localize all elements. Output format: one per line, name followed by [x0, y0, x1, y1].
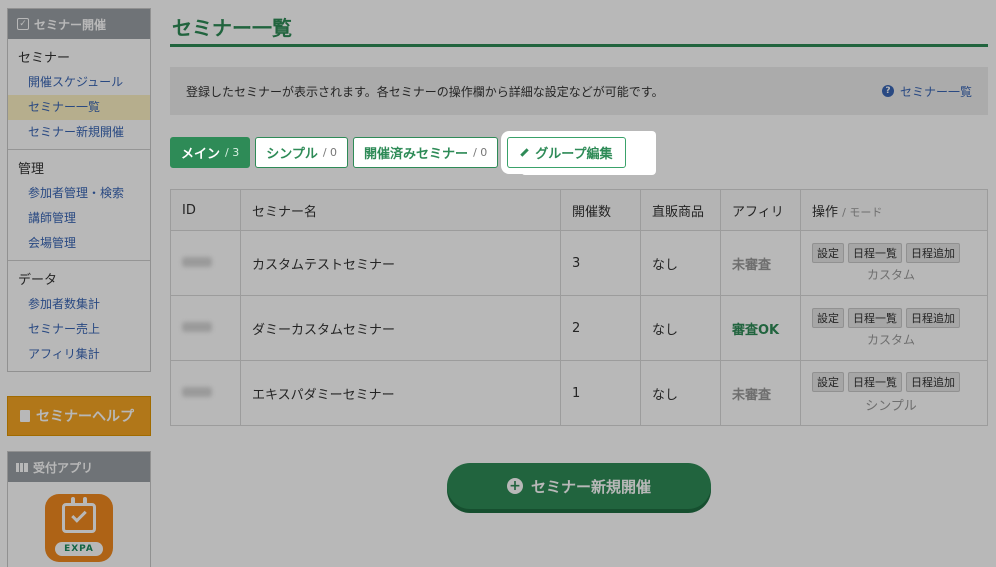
ops-cell: 設定 日程一覧 日程追加 カスタム — [800, 230, 988, 296]
affiliate-status: 未審査 — [720, 360, 801, 426]
table-row: ダミーカスタムセミナー 2 なし 審査OK 設定 日程一覧 日程追加 カスタム — [170, 295, 988, 361]
settings-button[interactable]: 設定 — [812, 372, 844, 392]
table-row: エキスパダミーセミナー 1 なし 未審査 設定 日程一覧 日程追加 シンプル — [170, 360, 988, 426]
sidebar-item-participant-stats[interactable]: 参加者数集計 — [8, 292, 150, 317]
col-name: セミナー名 — [240, 189, 561, 231]
sidebar-group-management: 管理 参加者管理・検索 講師管理 会場管理 — [8, 150, 150, 261]
seminar-product: なし — [640, 230, 721, 296]
sidebar-group-seminar: セミナー 開催スケジュール セミナー一覧 セミナー新規開催 — [8, 39, 150, 150]
info-bar: 登録したセミナーが表示されます。各セミナーの操作欄から詳細な設定などが可能です。… — [170, 67, 988, 115]
mode-label: シンプル — [865, 399, 917, 414]
tab-label: 開催済みセミナー — [364, 147, 469, 162]
blurred-id — [182, 256, 212, 267]
table-row: カスタムテストセミナー 3 なし 未審査 設定 日程一覧 日程追加 カスタム — [170, 230, 988, 296]
group-edit-label: グループ編集 — [535, 147, 613, 162]
seminar-name: カスタムテストセミナー — [240, 230, 561, 296]
seminar-count: 2 — [560, 295, 641, 361]
sidebar-group-data: データ 参加者数集計 セミナー売上 アフィリ集計 — [8, 261, 150, 371]
tab-count: / 0 — [473, 146, 488, 159]
affiliate-status: 審査OK — [720, 295, 801, 361]
book-icon — [20, 410, 30, 422]
seminar-menu: ✓ セミナー開催 セミナー 開催スケジュール セミナー一覧 セミナー新規開催 管… — [7, 8, 151, 372]
info-text: 登録したセミナーが表示されます。各セミナーの操作欄から詳細な設定などが可能です。 — [186, 84, 664, 99]
col-count: 開催数 — [560, 189, 641, 231]
sidebar-header-label: セミナー開催 — [34, 17, 107, 32]
ops-cell: 設定 日程一覧 日程追加 カスタム — [800, 295, 988, 361]
seminar-id — [170, 360, 241, 426]
settings-button[interactable]: 設定 — [812, 243, 844, 263]
seminar-name: エキスパダミーセミナー — [240, 360, 561, 426]
mode-label: カスタム — [866, 268, 915, 282]
sidebar-item-affiliate-stats[interactable]: アフィリ集計 — [8, 342, 150, 367]
tab-count: / 0 — [322, 146, 338, 159]
schedule-list-button[interactable]: 日程一覧 — [848, 308, 902, 328]
plus-icon: + — [506, 478, 523, 494]
sidebar-item-instructors[interactable]: 講師管理 — [8, 206, 150, 231]
seminar-id — [170, 295, 241, 361]
help-link[interactable]: ? セミナー一覧 — [881, 83, 972, 100]
seminar-product: なし — [640, 295, 721, 361]
sidebar-item-participants[interactable]: 参加者管理・検索 — [8, 181, 150, 206]
expa-logo-text: EXPA — [55, 542, 103, 556]
seminar-name: ダミーカスタムセミナー — [240, 295, 561, 361]
seminar-help-label: セミナーヘルプ — [36, 409, 134, 425]
blurred-id — [182, 321, 212, 332]
help-link-label: セミナー一覧 — [899, 84, 972, 99]
checkbox-icon: ✓ — [17, 18, 29, 30]
col-affiliate: アフィリ — [720, 189, 801, 231]
new-seminar-button[interactable]: + セミナー新規開催 — [447, 463, 711, 509]
seminar-table: ID セミナー名 開催数 直販商品 アフィリ 操作 / モード カスタムテストセ… — [170, 189, 988, 426]
expa-app-icon[interactable]: EXPA — [45, 494, 113, 562]
sidebar: ✓ セミナー開催 セミナー 開催スケジュール セミナー一覧 セミナー新規開催 管… — [7, 8, 151, 567]
sidebar-group-title: データ — [18, 273, 58, 288]
sidebar-item-seminar-list[interactable]: セミナー一覧 — [8, 95, 150, 120]
blurred-id — [182, 386, 212, 397]
col-ops: 操作 / モード — [800, 189, 988, 231]
page-title: セミナー一覧 — [170, 0, 988, 47]
schedule-list-button[interactable]: 日程一覧 — [848, 243, 902, 263]
tab-main[interactable]: メイン / 3 — [170, 137, 251, 168]
sidebar-group-title: セミナー — [18, 51, 71, 66]
sidebar-item-venues[interactable]: 会場管理 — [8, 231, 150, 256]
ops-cell: 設定 日程一覧 日程追加 シンプル — [800, 360, 988, 426]
reception-app-header: 受付アプリ — [8, 452, 150, 482]
grid-icon — [16, 462, 28, 472]
seminar-tabs: メイン / 3 シンプル / 0 開催済みセミナー / 0 グループ編集 — [170, 137, 626, 168]
schedule-list-button[interactable]: 日程一覧 — [848, 372, 902, 392]
schedule-add-button[interactable]: 日程追加 — [906, 308, 960, 328]
mode-label: カスタム — [866, 333, 915, 347]
seminar-count: 1 — [560, 360, 641, 426]
reception-app-label: 受付アプリ — [33, 460, 94, 475]
col-product: 直販商品 — [640, 189, 721, 231]
main-content: セミナー一覧 登録したセミナーが表示されます。各セミナーの操作欄から詳細な設定な… — [170, 0, 988, 509]
schedule-add-button[interactable]: 日程追加 — [906, 372, 960, 392]
reception-app-box: 受付アプリ EXPA — [7, 451, 151, 567]
tab-simple[interactable]: シンプル / 0 — [255, 137, 349, 168]
question-icon: ? — [881, 85, 894, 97]
seminar-id — [170, 230, 241, 296]
col-ops-sub: / モード — [842, 205, 883, 219]
seminar-product: なし — [640, 360, 721, 426]
sidebar-item-sales[interactable]: セミナー売上 — [8, 317, 150, 342]
col-id: ID — [170, 189, 241, 231]
sidebar-item-new-seminar[interactable]: セミナー新規開催 — [8, 120, 150, 145]
tab-label: シンプル — [266, 147, 318, 162]
seminar-help-button[interactable]: セミナーヘルプ — [7, 396, 151, 436]
table-header-row: ID セミナー名 開催数 直販商品 アフィリ 操作 / モード — [170, 189, 988, 231]
sidebar-item-schedule[interactable]: 開催スケジュール — [8, 70, 150, 95]
affiliate-status: 未審査 — [720, 230, 801, 296]
sidebar-group-title: 管理 — [18, 162, 45, 177]
tab-finished[interactable]: 開催済みセミナー / 0 — [353, 137, 499, 168]
tab-label: メイン — [181, 147, 221, 162]
schedule-add-button[interactable]: 日程追加 — [906, 243, 960, 263]
settings-button[interactable]: 設定 — [812, 308, 844, 328]
col-ops-label: 操作 — [812, 204, 839, 220]
tab-count: / 3 — [225, 146, 240, 159]
group-edit-button[interactable]: グループ編集 — [507, 137, 626, 168]
sidebar-header: ✓ セミナー開催 — [8, 9, 150, 39]
new-seminar-label: セミナー新規開催 — [530, 477, 651, 496]
seminar-count: 3 — [560, 230, 641, 296]
pencil-icon — [520, 148, 530, 157]
